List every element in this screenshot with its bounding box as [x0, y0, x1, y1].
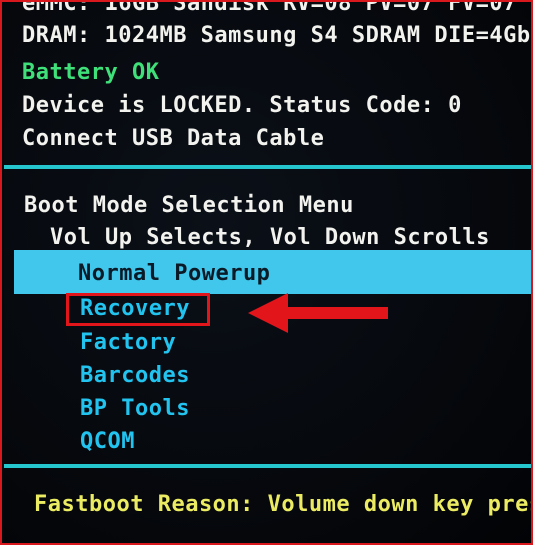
menu-item-factory[interactable]: Factory: [80, 329, 176, 357]
red-arrow-icon: [248, 293, 388, 333]
screenshot-frame: eMMC: 16GB Sandisk RV=08 PV=07 FV=07 DRA…: [0, 0, 533, 545]
menu-item-barcodes[interactable]: Barcodes: [80, 362, 190, 390]
battery-status: Battery OK: [22, 60, 160, 85]
menu-item-bp-tools[interactable]: BP Tools: [80, 395, 190, 423]
menu-title: Boot Mode Selection Menu: [24, 193, 354, 218]
top-divider: [4, 165, 531, 169]
menu-instructions: Vol Up Selects, Vol Down Scrolls: [50, 225, 490, 250]
recovery-highlight-box: [66, 293, 210, 326]
device-lock-status: Device is LOCKED. Status Code: 0: [22, 93, 462, 118]
emmc-info: eMMC: 16GB Sandisk RV=08 PV=07 FV=07: [22, 0, 517, 16]
bottom-divider: [4, 464, 531, 468]
menu-item-normal-powerup[interactable]: Normal Powerup: [78, 260, 270, 288]
fastboot-reason: Fastboot Reason: Volume down key pressed: [34, 492, 533, 517]
usb-connect-message: Connect USB Data Cable: [22, 126, 325, 151]
menu-item-qcom[interactable]: QCOM: [80, 428, 135, 456]
bootloader-screen: eMMC: 16GB Sandisk RV=08 PV=07 FV=07 DRA…: [4, 2, 531, 543]
dram-info: DRAM: 1024MB Samsung S4 SDRAM DIE=4Gb: [22, 23, 531, 48]
